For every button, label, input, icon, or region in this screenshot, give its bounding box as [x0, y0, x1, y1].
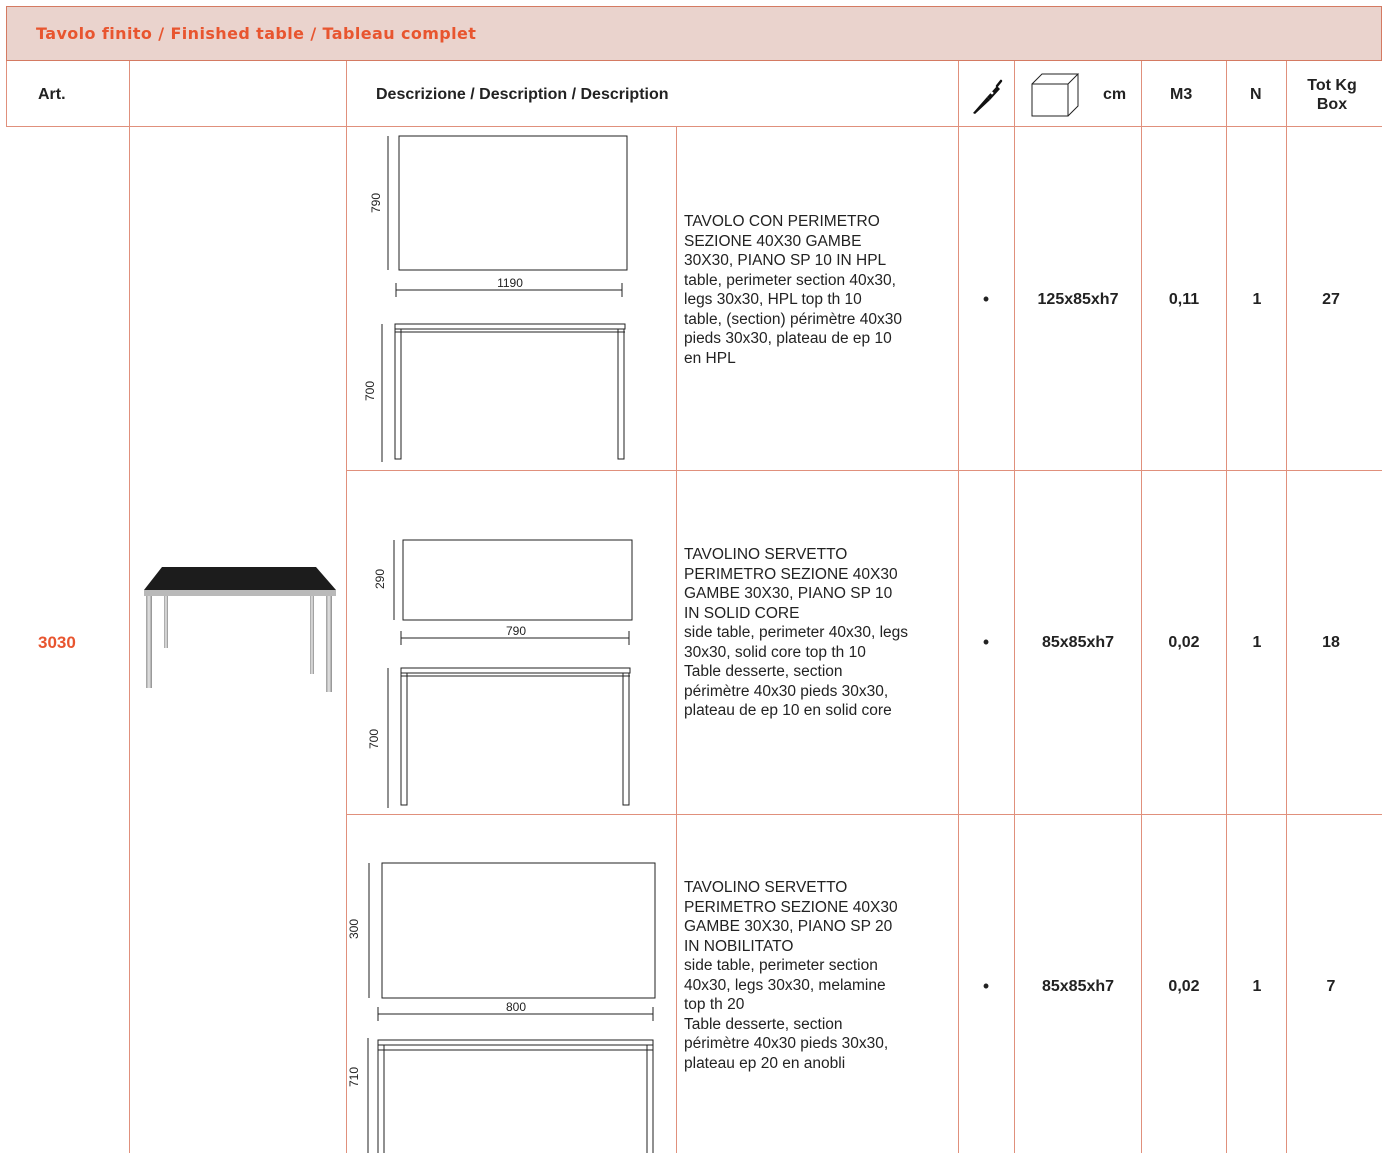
article-code: 3030 [38, 633, 76, 652]
row-3-kg: 7 [1326, 978, 1336, 995]
desc-line: PERIMETRO SEZIONE 40X30 [684, 898, 898, 916]
col-description: Descrizione / Description / Description [376, 86, 669, 103]
row-2-tool-bullet: • [982, 632, 990, 652]
screwdriver-icon [968, 78, 1006, 116]
row-2-description: TAVOLINO SERVETTO PERIMETRO SEZIONE 40X3… [684, 545, 954, 721]
desc-line: Table desserte, section [684, 663, 843, 680]
col-art: Art. [38, 86, 66, 103]
technical-drawing-row-1: 790 1190 700 [350, 128, 670, 468]
desc-line: table, (section) périmètre 40x30 [684, 310, 902, 328]
desc-line: TAVOLINO SERVETTO [684, 546, 848, 563]
col-tot-kg-line2: Box [1316, 96, 1348, 113]
desc-line: GAMBE 30X30, PIANO SP 10 [684, 585, 893, 602]
col-m3: M3 [1170, 86, 1193, 103]
desc-line: legs 30x30, HPL top th 10 [684, 291, 862, 308]
section-banner: Tavolo finito / Finished table / Tableau… [6, 6, 1382, 61]
dim-height-label: 700 [367, 728, 381, 750]
desc-line: GAMBE 30X30, PIANO SP 20 [684, 918, 893, 935]
desc-line: 40x30, legs 30x30, melamine [684, 976, 886, 994]
desc-line: TAVOLINO SERVETTO [684, 879, 848, 896]
row-2-cm: 85x85xh7 [1041, 634, 1115, 651]
dim-depth-label: 790 [369, 192, 383, 214]
row-3-description: TAVOLINO SERVETTO PERIMETRO SEZIONE 40X3… [684, 878, 954, 1073]
desc-line: 30X30, PIANO SP 10 IN HPL [684, 252, 887, 269]
technical-drawing-row-3: 300 800 710 [347, 816, 670, 1156]
row-3-m3: 0,02 [1168, 978, 1200, 995]
row-2-n: 1 [1252, 634, 1262, 651]
desc-line: PERIMETRO SEZIONE 40X30 [684, 565, 898, 583]
row-3-tool-bullet: • [982, 976, 990, 996]
desc-line: 30x30, solid core top th 10 [684, 643, 866, 661]
row-1-cm: 125x85xh7 [1037, 291, 1119, 308]
dim-width-label: 790 [505, 624, 527, 638]
dim-depth-label: 300 [347, 918, 361, 940]
desc-line: IN NOBILITATO [684, 937, 794, 955]
desc-line: périmètre 40x30 pieds 30x30, [684, 682, 889, 700]
desc-line: plateau de ep 10 en solid core [684, 702, 892, 719]
desc-line: plateau ep 20 en anobli [684, 1054, 846, 1072]
desc-line: SEZIONE 40X30 GAMBE [684, 232, 862, 250]
row-1-description: TAVOLO CON PERIMETRO SEZIONE 40X30 GAMBE… [684, 212, 954, 368]
product-photo [140, 560, 338, 700]
desc-line: TAVOLO CON PERIMETRO [684, 213, 880, 230]
technical-drawing-row-2: 290 790 700 [350, 472, 670, 812]
desc-line: side table, perimeter 40x30, legs [684, 624, 909, 641]
desc-line: side table, perimeter section [684, 957, 878, 974]
desc-line: Table desserte, section [684, 1015, 843, 1033]
desc-line: périmètre 40x30 pieds 30x30, [684, 1035, 889, 1052]
row-1-kg: 27 [1322, 291, 1340, 308]
row-1-n: 1 [1252, 291, 1262, 308]
row-2-kg: 18 [1322, 634, 1340, 651]
dim-height-label: 710 [347, 1066, 361, 1088]
dim-depth-label: 290 [373, 568, 387, 590]
col-tot-kg-line1: Tot Kg [1307, 77, 1357, 94]
desc-line: top th 20 [684, 996, 745, 1013]
desc-line: IN SOLID CORE [684, 604, 800, 622]
col-n: N [1250, 86, 1262, 103]
row-3-cm: 85x85xh7 [1041, 978, 1115, 995]
row-1-tool-bullet: • [982, 289, 990, 309]
row-3-n: 1 [1252, 978, 1262, 995]
box-icon [1030, 72, 1080, 118]
dim-height-label: 700 [363, 380, 377, 402]
dim-width-label: 800 [505, 1000, 527, 1014]
dim-width-label: 1190 [497, 276, 523, 290]
desc-line: en HPL [684, 349, 736, 367]
col-tot-kg: Tot Kg Box [1300, 76, 1364, 114]
col-cm: cm [1103, 86, 1127, 103]
desc-line: pieds 30x30, plateau de ep 10 [684, 330, 892, 347]
row-2-m3: 0,02 [1168, 634, 1200, 651]
desc-line: table, perimeter section 40x30, [684, 271, 896, 289]
row-1-m3: 0,11 [1168, 291, 1200, 308]
section-title: Tavolo finito / Finished table / Tableau… [36, 24, 477, 43]
